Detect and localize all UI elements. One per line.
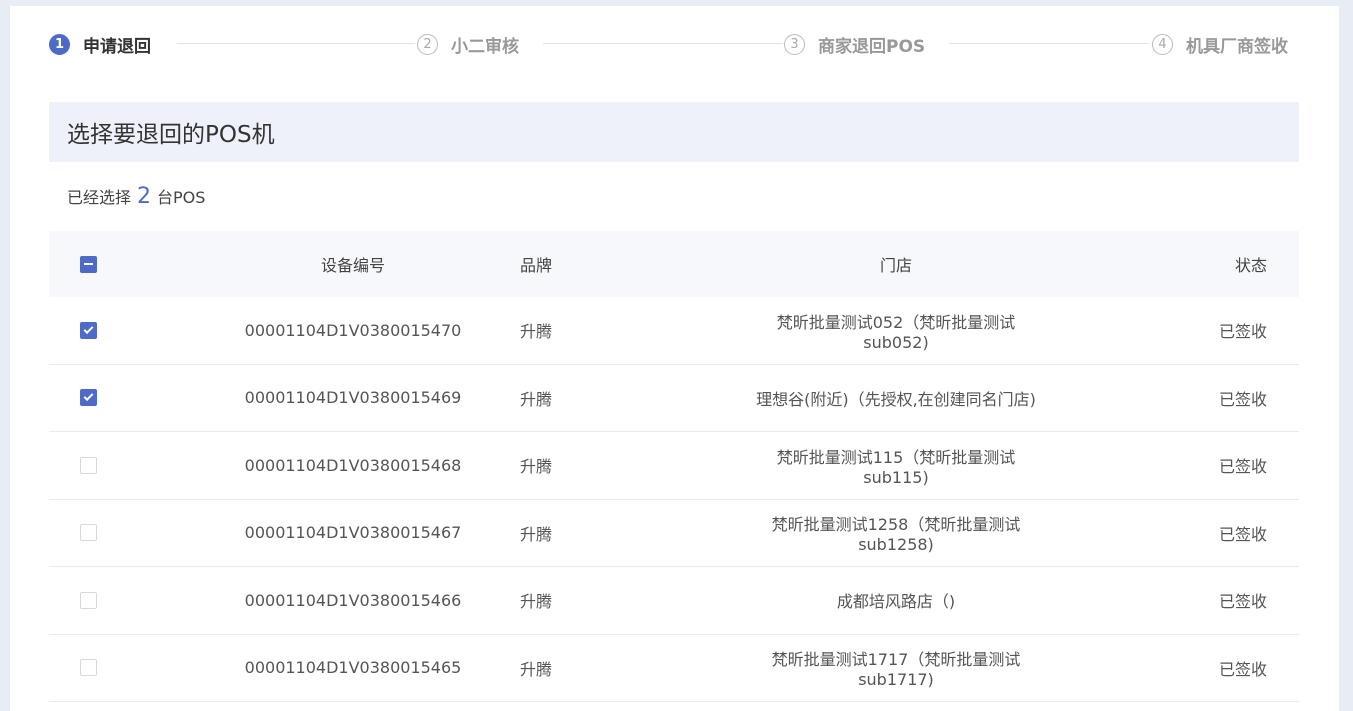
store-cell: 理想谷(附近)（先授权,在创建同名门店) [756, 389, 1036, 409]
step-connector [949, 43, 1149, 44]
step-connector [177, 43, 415, 44]
device-id-cell: 00001104D1V0380015467 [244, 523, 462, 543]
device-id-cell: 00001104D1V0380015468 [244, 455, 462, 475]
device-id-cell: 00001104D1V0380015466 [244, 590, 462, 610]
section-title: 选择要退回的POS机 [67, 122, 275, 148]
header-brand: 品牌 [519, 256, 552, 275]
selected-count: 2 [137, 184, 152, 209]
brand-cell: 升腾 [519, 457, 552, 477]
table-row[interactable]: 00001104D1V0380015466 升腾 成都培风路店（) 已签收 [49, 567, 1299, 635]
status-cell: 已签收 [1218, 524, 1267, 544]
row-checkbox[interactable] [79, 659, 97, 677]
store-cell: 梵昕批量测试1717（梵昕批量测试sub1717) [771, 650, 1021, 690]
check-icon [83, 391, 93, 402]
indeterminate-icon [83, 263, 93, 265]
selection-summary: 已经选择 2 台POS [67, 184, 205, 209]
select-all-checkbox[interactable] [79, 255, 97, 273]
store-cell: 梵昕批量测试052（梵昕批量测试sub052) [776, 312, 1016, 352]
table-row[interactable]: 00001104D1V0380015467 升腾 梵昕批量测试1258（梵昕批量测试… [49, 500, 1299, 567]
step-4: 4 机具厂商签收 [1152, 32, 1288, 57]
status-cell: 已签收 [1218, 592, 1267, 612]
table-row[interactable]: 00001104D1V0380015469 升腾 理想谷(附近)（先授权,在创建同名… [49, 365, 1299, 432]
store-cell: 梵昕批量测试1258（梵昕批量测试sub1258) [771, 515, 1021, 555]
step-label: 机具厂商签收 [1186, 36, 1288, 57]
row-checkbox[interactable] [79, 591, 97, 609]
header-status: 状态 [1234, 256, 1267, 275]
summary-suffix: 台POS [157, 188, 206, 207]
step-number: 1 [49, 33, 70, 55]
summary-prefix: 已经选择 [67, 188, 132, 207]
step-label: 商家退回POS [818, 36, 926, 57]
brand-cell: 升腾 [519, 524, 552, 544]
step-2: 2 小二审核 [417, 32, 519, 57]
step-connector [543, 43, 783, 44]
store-cell: 梵昕批量测试115（梵昕批量测试sub115) [776, 447, 1016, 487]
step-number: 4 [1152, 33, 1173, 55]
step-1: 1 申请退回 [49, 32, 151, 57]
store-cell: 成都培风路店（) [836, 592, 956, 612]
table-row[interactable]: 00001104D1V0380015468 升腾 梵昕批量测试115（梵昕批量测试s… [49, 432, 1299, 500]
row-checkbox[interactable] [79, 524, 97, 542]
table-row[interactable]: 00001104D1V0380015465 升腾 梵昕批量测试1717（梵昕批量测试… [49, 635, 1299, 702]
status-cell: 已签收 [1218, 659, 1267, 679]
main-card: 1 申请退回 2 小二审核 3 商家退回POS 4 机具厂商签收 选择要退回的P… [10, 6, 1339, 711]
table-body: 00001104D1V0380015470 升腾 梵昕批量测试052（梵昕批量测试s… [49, 297, 1299, 702]
step-indicator: 1 申请退回 2 小二审核 3 商家退回POS 4 机具厂商签收 [49, 32, 1299, 57]
pos-table: 设备编号 品牌 门店 状态 00001104D1V0380015470 升腾 梵昕批… [49, 231, 1299, 702]
brand-cell: 升腾 [519, 592, 552, 612]
status-cell: 已签收 [1218, 322, 1267, 342]
status-cell: 已签收 [1218, 457, 1267, 477]
step-label: 申请退回 [83, 36, 151, 57]
table-row[interactable]: 00001104D1V0380015470 升腾 梵昕批量测试052（梵昕批量测试s… [49, 297, 1299, 365]
header-store: 门店 [879, 256, 912, 275]
section-header: 选择要退回的POS机 [49, 102, 1299, 162]
table-header: 设备编号 品牌 门店 状态 [49, 231, 1299, 297]
device-id-cell: 00001104D1V0380015470 [244, 320, 462, 340]
header-device-id: 设备编号 [320, 256, 385, 275]
step-3: 3 商家退回POS [784, 32, 926, 57]
device-id-cell: 00001104D1V0380015465 [244, 658, 462, 678]
brand-cell: 升腾 [519, 389, 552, 409]
row-checkbox[interactable] [79, 456, 97, 474]
device-id-cell: 00001104D1V0380015469 [244, 388, 462, 408]
step-number: 2 [417, 33, 438, 55]
brand-cell: 升腾 [519, 322, 552, 342]
step-number: 3 [784, 33, 805, 55]
check-icon [83, 323, 93, 334]
row-checkbox[interactable] [79, 389, 97, 407]
step-label: 小二审核 [451, 36, 519, 57]
status-cell: 已签收 [1218, 389, 1267, 409]
row-checkbox[interactable] [79, 321, 97, 339]
brand-cell: 升腾 [519, 659, 552, 679]
